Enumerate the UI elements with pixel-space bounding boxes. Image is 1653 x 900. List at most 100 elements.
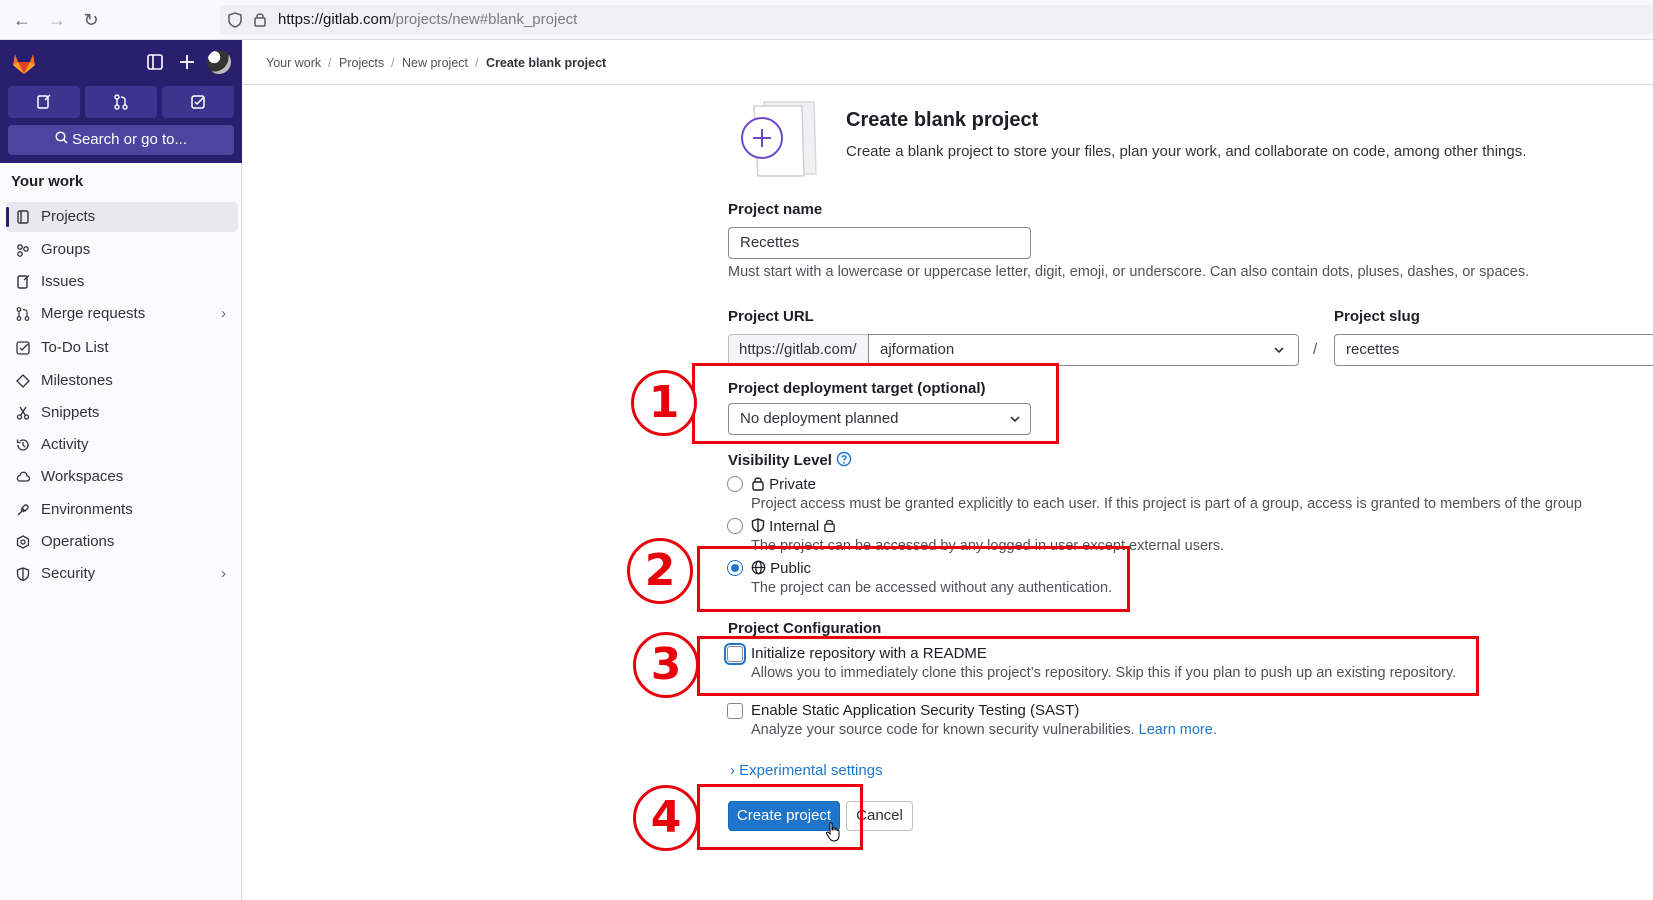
issues-icon	[37, 94, 51, 109]
visibility-private-radio[interactable]	[727, 476, 743, 492]
visibility-private-desc: Project access must be granted explicitl…	[751, 496, 1582, 512]
visibility-internal-label[interactable]: Internal	[751, 518, 836, 535]
breadcrumb-your-work[interactable]: Your work	[266, 56, 321, 70]
shield-icon	[16, 567, 30, 581]
address-bar[interactable]: https://gitlab.com/projects/new#blank_pr…	[220, 5, 1653, 35]
project-url-prefix: https://gitlab.com/	[728, 334, 869, 366]
sidebar-item-issues[interactable]: Issues	[6, 267, 238, 297]
learn-more-link[interactable]: Learn more.	[1139, 722, 1217, 738]
sidebar-item-workspaces[interactable]: Workspaces	[6, 462, 238, 492]
page-title: Create blank project	[846, 109, 1039, 131]
group-icon	[17, 244, 29, 257]
sidebar-item-label: Merge requests	[41, 305, 146, 322]
sidebar-item-activity[interactable]: Activity	[6, 430, 238, 460]
gitlab-logo-icon[interactable]	[11, 50, 37, 76]
search-button[interactable]: Search or go to...	[8, 125, 234, 155]
sidebar-item-security[interactable]: Security ›	[6, 559, 238, 589]
lock-icon	[752, 477, 764, 491]
user-avatar[interactable]	[207, 50, 231, 74]
breadcrumb-separator: /	[475, 56, 479, 70]
chevron-down-icon	[1274, 347, 1284, 354]
sidebar-item-merge-requests[interactable]: Merge requests ›	[6, 299, 238, 329]
annotation-badge-1: 1	[631, 370, 697, 436]
todo-icon	[191, 95, 205, 109]
environment-icon	[17, 504, 29, 516]
sidebar-item-label: Activity	[41, 436, 89, 453]
sidebar-item-snippets[interactable]: Snippets	[6, 398, 238, 428]
forward-icon[interactable]: →	[46, 9, 68, 31]
create-new-icon[interactable]	[177, 52, 197, 72]
sidebar-item-groups[interactable]: Groups	[6, 235, 238, 265]
project-icon	[17, 210, 29, 224]
sidebar-header: Search or go to...	[0, 40, 242, 163]
snippet-icon	[16, 406, 30, 420]
sidebar-item-label: Operations	[41, 533, 115, 550]
project-configuration-label: Project Configuration	[728, 620, 882, 637]
breadcrumb: Your work / Projects / New project / Cre…	[243, 40, 1653, 85]
chevron-right-icon: ›	[730, 762, 735, 779]
sidebar-item-environments[interactable]: Environments	[6, 495, 238, 525]
project-url-label: Project URL	[728, 308, 814, 325]
visibility-level-label: Visibility Level	[728, 451, 852, 469]
annotation-badge-2: 2	[627, 538, 693, 604]
sidebar-item-todo-list[interactable]: To-Do List	[6, 333, 238, 363]
sidebar-item-projects[interactable]: Projects	[6, 202, 238, 232]
namespace-value: ajformation	[880, 341, 955, 358]
breadcrumb-separator: /	[328, 56, 332, 70]
url-text: https://gitlab.com/projects/new#blank_pr…	[278, 11, 578, 28]
annotation-badge-3: 3	[633, 632, 699, 698]
sast-label[interactable]: Enable Static Application Security Testi…	[751, 702, 1079, 719]
sast-desc: Analyze your source code for known secur…	[751, 722, 1217, 738]
cloud-icon	[16, 471, 30, 482]
annotation-box-4	[697, 784, 863, 850]
tracking-shield-icon[interactable]	[228, 12, 242, 28]
breadcrumb-projects[interactable]: Projects	[339, 56, 384, 70]
sidebar-toggle-icon[interactable]	[145, 52, 165, 72]
sidebar-item-operations[interactable]: Operations	[6, 527, 238, 557]
sidebar-item-label: Issues	[41, 273, 85, 290]
history-icon	[16, 439, 29, 451]
reload-icon[interactable]: ↻	[80, 9, 102, 31]
project-name-help: Must start with a lowercase or uppercase…	[728, 264, 1530, 280]
experimental-settings-toggle[interactable]: › Experimental settings	[730, 762, 883, 779]
sidebar-item-label: Milestones	[41, 372, 113, 389]
breadcrumb-current: Create blank project	[486, 56, 607, 70]
lock-icon	[824, 519, 836, 533]
sidebar-item-label: Environments	[41, 501, 133, 518]
cloud-gear-icon	[16, 535, 30, 549]
merge-request-icon	[16, 307, 30, 321]
sidebar-item-label: Groups	[41, 241, 91, 258]
search-icon	[55, 125, 68, 155]
lock-icon[interactable]	[254, 12, 266, 27]
todo-button[interactable]	[162, 86, 234, 118]
assigned-issues-button[interactable]	[8, 86, 80, 118]
page-description: Create a blank project to store your fil…	[846, 143, 1527, 160]
project-name-input[interactable]: Recettes	[728, 227, 1031, 259]
question-circle-icon[interactable]	[836, 451, 852, 467]
url-separator: /	[1313, 341, 1318, 358]
sidebar-item-label: Workspaces	[41, 468, 124, 485]
sast-checkbox[interactable]	[727, 703, 743, 719]
namespace-select[interactable]: ajformation	[868, 334, 1299, 366]
sidebar-item-label: Projects	[41, 208, 96, 225]
milestone-icon	[16, 374, 30, 388]
blank-project-illustration	[741, 101, 817, 177]
annotation-box-2	[697, 546, 1130, 612]
visibility-private-label[interactable]: Private	[751, 476, 816, 493]
back-icon[interactable]: ←	[11, 9, 33, 31]
sidebar: Search or go to... Your work Projects Gr…	[0, 40, 242, 900]
chevron-right-icon: ›	[221, 305, 226, 322]
annotation-box-1	[692, 363, 1059, 444]
breadcrumb-new-project[interactable]: New project	[402, 56, 468, 70]
project-slug-input[interactable]: recettes	[1334, 334, 1653, 366]
visibility-internal-radio[interactable]	[727, 518, 743, 534]
sidebar-heading: Your work	[11, 173, 84, 190]
sidebar-item-label: Snippets	[41, 404, 100, 421]
annotation-box-3	[697, 636, 1479, 696]
breadcrumb-separator: /	[391, 56, 395, 70]
merge-request-icon	[114, 94, 128, 110]
browser-toolbar: ← → ↻ https://gitlab.com/projects/new#bl…	[0, 0, 1653, 40]
sidebar-item-label: Security	[41, 565, 96, 582]
merge-requests-button[interactable]	[85, 86, 157, 118]
sidebar-item-milestones[interactable]: Milestones	[6, 366, 238, 396]
